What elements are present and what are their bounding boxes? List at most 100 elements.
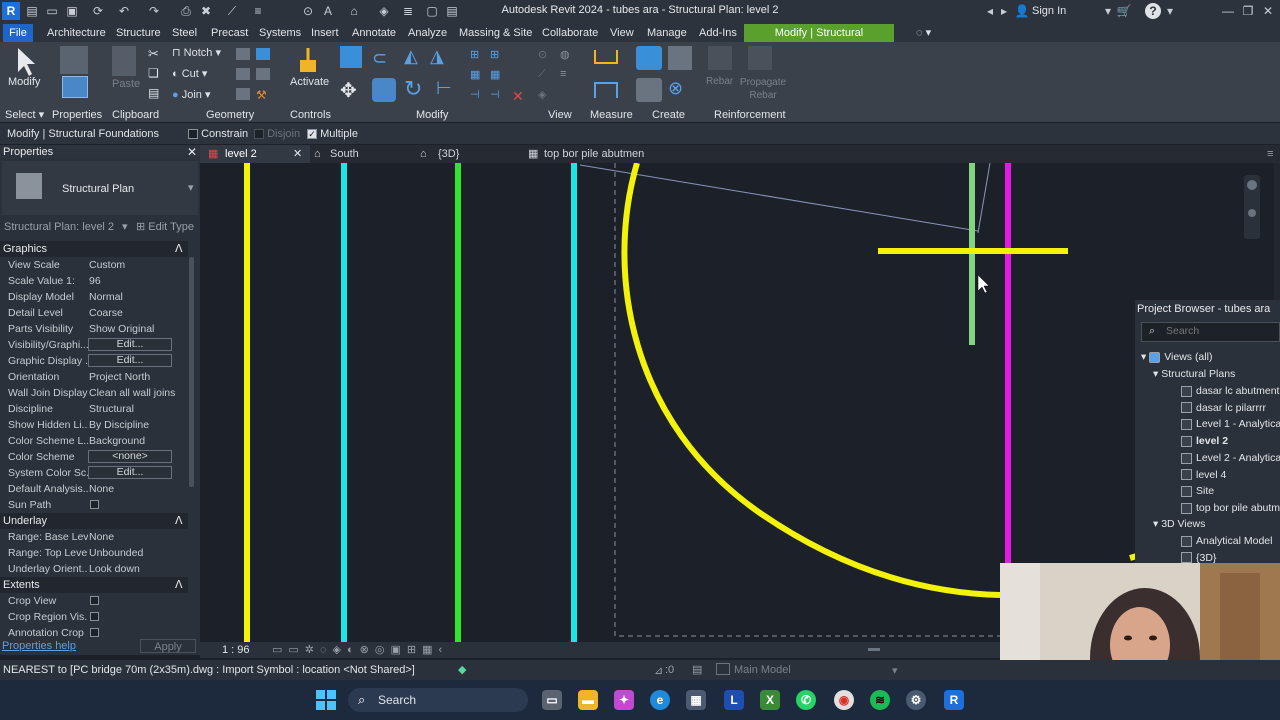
geometry-tool3-icon[interactable] <box>236 68 250 80</box>
tab-precast[interactable]: Precast <box>205 24 254 42</box>
chevron-down-icon[interactable]: ▾ <box>1100 3 1116 19</box>
create-group-icon[interactable] <box>668 46 692 70</box>
tab-add-ins[interactable]: Add-Ins <box>693 24 743 42</box>
property-row[interactable]: Scale Value 1: 96 <box>0 273 188 289</box>
tab-structure[interactable]: Structure <box>110 24 167 42</box>
property-edit-button[interactable]: Edit... <box>88 466 172 479</box>
user-icon[interactable]: 👤 <box>1014 3 1030 19</box>
apply-button[interactable]: Apply <box>140 639 196 653</box>
mirror-icon[interactable]: ◭ <box>404 46 418 67</box>
tab-3d[interactable]: ⌂ {3D} <box>420 145 520 163</box>
property-row[interactable]: Underlay Orient... Look down <box>0 561 188 577</box>
help-icon[interactable]: ? <box>1145 3 1161 19</box>
match-icon[interactable]: ▤ <box>148 86 159 100</box>
section-extents[interactable]: Extents ᐱ <box>0 577 188 593</box>
ribbon-minimize-icon[interactable]: ◌ ▾ <box>910 24 937 42</box>
property-edit-button[interactable]: <none> <box>88 450 172 463</box>
multiple-checkbox[interactable]: ✓ Multiple <box>307 128 358 140</box>
zoom-icon[interactable] <box>1248 209 1256 217</box>
geometry-tool4-icon[interactable] <box>256 68 270 80</box>
file-explorer-icon[interactable]: ▬ <box>578 690 598 710</box>
property-row[interactable]: Wall Join Display Clean all wall joins <box>0 385 188 401</box>
property-checkbox[interactable] <box>90 612 99 621</box>
property-row[interactable]: Sun Path <box>0 497 188 513</box>
type-properties-icon[interactable] <box>60 46 88 74</box>
copy-icon[interactable]: ❏ <box>148 66 159 80</box>
section-underlay[interactable]: Underlay ᐱ <box>0 513 188 529</box>
property-row[interactable]: Color Scheme L... Background <box>0 433 188 449</box>
delete-icon[interactable]: ✕ <box>512 88 524 105</box>
tab-top-bor[interactable]: ▦ top bor pile abutmen <box>528 145 728 163</box>
trim-icon[interactable]: ⊢ <box>436 78 452 99</box>
taskbar-search[interactable]: ⌕ Search <box>348 688 528 712</box>
move-icon[interactable]: ✥ <box>340 78 357 103</box>
rotate-icon[interactable]: ↻ <box>404 76 422 102</box>
create-assembly-icon[interactable] <box>636 78 662 102</box>
measure-tool-icon[interactable] <box>594 50 618 64</box>
property-row[interactable]: Range: Top Level Unbounded <box>0 545 188 561</box>
create-part-icon[interactable] <box>636 46 662 70</box>
collapse-icon[interactable]: ᐱ <box>175 241 183 257</box>
panel-select[interactable]: Select ▾ <box>5 108 44 122</box>
tab-systems[interactable]: Systems <box>253 24 307 42</box>
scale-icon[interactable]: ▦ <box>490 68 500 81</box>
mirror-draw-icon[interactable]: ◮ <box>430 46 444 67</box>
array-icon[interactable]: ▦ <box>470 68 480 81</box>
properties-icon[interactable] <box>62 76 88 98</box>
tab-architecture[interactable]: Architecture <box>41 24 112 42</box>
hide-icon[interactable]: ◍ <box>560 48 570 61</box>
activate-button[interactable]: Activate <box>290 76 329 88</box>
close-tab-icon[interactable]: ✕ <box>293 145 302 163</box>
offset-icon[interactable]: ⊂ <box>372 48 387 69</box>
cut-button[interactable]: ◐ Cut ▾ <box>172 67 207 80</box>
excel-icon[interactable]: X <box>760 690 780 710</box>
constrain-box[interactable] <box>188 129 198 140</box>
browser-item-top-bor-pile-abutme[interactable]: top bor pile abutme <box>1181 500 1280 517</box>
tab-annotate[interactable]: Annotate <box>346 24 402 42</box>
geometry-tool2-icon[interactable] <box>256 48 270 60</box>
property-checkbox[interactable] <box>90 628 99 637</box>
geometry-tool-icon[interactable] <box>236 48 250 60</box>
section-graphics[interactable]: Graphics ᐱ <box>0 241 188 257</box>
join-button[interactable]: ● Join ▾ <box>172 88 210 101</box>
task-view-icon[interactable]: ▭ <box>542 690 562 710</box>
property-row[interactable]: Range: Base Level None <box>0 529 188 545</box>
property-row[interactable]: Default Analysis... None <box>0 481 188 497</box>
property-row[interactable]: Color Scheme <none> <box>0 449 188 465</box>
property-row[interactable]: Discipline Structural <box>0 401 188 417</box>
view-tool3-icon[interactable]: ≡ <box>560 68 566 80</box>
type-selector[interactable]: Structural Plan ▾ <box>2 161 198 215</box>
split-icon[interactable]: ⊞ <box>470 48 479 61</box>
whatsapp-icon[interactable]: ✆ <box>796 690 816 710</box>
create-similar-icon[interactable]: ⊗ <box>668 78 683 99</box>
view-scale[interactable]: 1 : 96 <box>222 644 250 656</box>
main-model-select[interactable]: Main Model <box>734 664 791 676</box>
tab-level-2[interactable]: ▦ level 2 ✕ <box>200 145 310 163</box>
property-row[interactable]: System Color Sc... Edit... <box>0 465 188 481</box>
minimize-icon[interactable]: — <box>1220 3 1236 19</box>
property-row[interactable]: Parts Visibility Show Original <box>0 321 188 337</box>
tree-structural-plans[interactable]: ▾ Structural Plans <box>1153 366 1235 383</box>
split-gap-icon[interactable]: ⊞ <box>490 48 499 61</box>
view-tool4-icon[interactable]: ◈ <box>538 88 546 101</box>
property-row[interactable]: Crop View <box>0 593 188 609</box>
browser-search-input[interactable] <box>1166 325 1276 337</box>
unpin-icon[interactable]: ⊣ <box>490 88 500 101</box>
activate-icon[interactable] <box>296 46 320 74</box>
edit-type-button[interactable]: ⊞ Edit Type <box>136 219 194 235</box>
multiple-box[interactable]: ✓ <box>307 129 317 140</box>
property-checkbox[interactable] <box>90 500 99 509</box>
tab-file[interactable]: File <box>3 24 33 42</box>
tab-massing-site[interactable]: Massing & Site <box>453 24 538 42</box>
tab-overflow-icon[interactable]: ≡ <box>1267 145 1273 163</box>
browser-item-dasar-lc-pilarrrr[interactable]: dasar lc pilarrrr <box>1181 400 1266 417</box>
browser-item-level-1-analytical[interactable]: Level 1 - Analytical <box>1181 416 1280 433</box>
editable-icon[interactable]: ▤ <box>692 663 702 676</box>
browser-item-dasar-lc-abutment[interactable]: dasar lc abutment <box>1181 383 1279 400</box>
collapse-icon[interactable]: ᐱ <box>175 513 183 529</box>
horizontal-scrollbar[interactable] <box>868 648 880 651</box>
properties-scrollbar[interactable] <box>189 257 194 487</box>
browser-item-analytical-model[interactable]: Analytical Model <box>1181 533 1272 550</box>
property-row[interactable]: Display Model Normal <box>0 289 188 305</box>
tab-south[interactable]: ⌂ South <box>312 145 412 163</box>
